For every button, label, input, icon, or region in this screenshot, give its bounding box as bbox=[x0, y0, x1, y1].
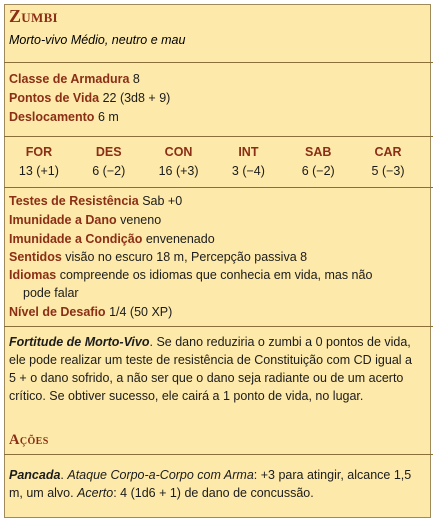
armor-class-value: 8 bbox=[132, 72, 140, 86]
languages-value-continued: pode falar bbox=[23, 286, 79, 300]
challenge-value: 1/4 (50 XP) bbox=[109, 305, 173, 319]
languages-continued: pode falar bbox=[9, 286, 79, 300]
actions-heading: Ações bbox=[9, 432, 49, 448]
action-slam: Pancada. Ataque Corpo-a-Corpo com Arma: … bbox=[9, 466, 419, 502]
ability-value: 3 (−4) bbox=[231, 164, 265, 178]
hit-points-value: 22 (3d8 + 9) bbox=[102, 91, 171, 105]
senses-value: visão no escuro 18 m, Percepção passiva … bbox=[65, 250, 308, 264]
speed-label: Deslocamento bbox=[9, 110, 95, 124]
ability-name: INT bbox=[238, 145, 259, 159]
ability-name: CAR bbox=[374, 145, 402, 159]
hit-points: Pontos de Vida 22 (3d8 + 9) bbox=[9, 91, 170, 105]
ability-value: 16 (+3) bbox=[158, 164, 199, 178]
armor-class: Classe de Armadura 8 bbox=[9, 72, 140, 86]
monster-name: Zumbi bbox=[9, 6, 58, 26]
saving-throws: Testes de Resistência Sab +0 bbox=[9, 194, 182, 208]
divider bbox=[4, 62, 433, 63]
action-name: Pancada bbox=[9, 468, 61, 482]
ability-value: 6 (−2) bbox=[92, 164, 126, 178]
damage-immunities: Imunidade a Dano veneno bbox=[9, 213, 161, 227]
senses-label: Sentidos bbox=[9, 250, 62, 264]
speed-value: 6 m bbox=[97, 110, 119, 124]
saving-throws-value: Sab +0 bbox=[142, 194, 183, 208]
languages-value: compreende os idiomas que conhecia em vi… bbox=[59, 268, 373, 282]
hit-label: Acerto bbox=[77, 486, 114, 500]
saving-throws-label: Testes de Resistência bbox=[9, 194, 139, 208]
challenge: Nível de Desafio 1/4 (50 XP) bbox=[9, 305, 172, 319]
ability-value: 5 (−3) bbox=[371, 164, 405, 178]
divider bbox=[4, 136, 433, 137]
hit-points-label: Pontos de Vida bbox=[9, 91, 100, 105]
feature-undead-fortitude: Fortitude de Morto-Vivo. Se dano reduzir… bbox=[9, 333, 419, 405]
hit-text: : 4 (1d6 + 1) de dano de concussão. bbox=[113, 486, 314, 500]
divider bbox=[4, 326, 433, 327]
divider bbox=[4, 187, 433, 188]
ability-value: 13 (+1) bbox=[18, 164, 59, 178]
ability-name: DES bbox=[95, 145, 122, 159]
damage-immunities-value: veneno bbox=[120, 213, 162, 227]
condition-immunities-value: envenenado bbox=[145, 232, 215, 246]
ability-values: 13 (+1) 6 (−2) 16 (+3) 3 (−4) 6 (−2) 5 (… bbox=[4, 164, 423, 178]
attack-type: Ataque Corpo-a-Corpo com Arma bbox=[67, 468, 254, 482]
languages: Idiomas compreende os idiomas que conhec… bbox=[9, 268, 372, 282]
ability-headers: FOR DES CON INT SAB CAR bbox=[4, 145, 423, 159]
ability-name: SAB bbox=[305, 145, 332, 159]
ability-value: 6 (−2) bbox=[301, 164, 335, 178]
languages-label: Idiomas bbox=[9, 268, 57, 282]
speed: Deslocamento 6 m bbox=[9, 110, 119, 124]
divider bbox=[4, 454, 433, 455]
monster-subtitle: Morto-vivo Médio, neutro e mau bbox=[9, 33, 186, 47]
senses: Sentidos visão no escuro 18 m, Percepção… bbox=[9, 250, 307, 264]
ability-name: FOR bbox=[25, 145, 53, 159]
condition-immunities-label: Imunidade a Condição bbox=[9, 232, 143, 246]
condition-immunities: Imunidade a Condição envenenado bbox=[9, 232, 215, 246]
challenge-label: Nível de Desafio bbox=[9, 305, 106, 319]
damage-immunities-label: Imunidade a Dano bbox=[9, 213, 117, 227]
ability-name: CON bbox=[164, 145, 193, 159]
armor-class-label: Classe de Armadura bbox=[9, 72, 130, 86]
feature-name: Fortitude de Morto-Vivo bbox=[9, 335, 150, 349]
